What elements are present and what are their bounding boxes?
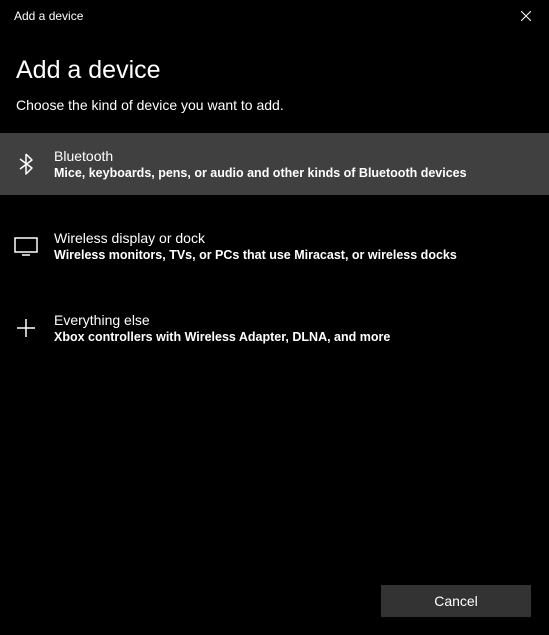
spacer [0, 195, 549, 215]
option-everything-else[interactable]: Everything else Xbox controllers with Wi… [0, 297, 549, 359]
option-title: Wireless display or dock [54, 230, 457, 246]
spacer [0, 277, 549, 297]
option-desc: Wireless monitors, TVs, or PCs that use … [54, 248, 457, 262]
option-desc: Mice, keyboards, pens, or audio and othe… [54, 166, 467, 180]
page-subtitle: Choose the kind of device you want to ad… [16, 97, 533, 113]
close-icon [521, 11, 531, 21]
close-button[interactable] [503, 0, 549, 32]
option-bluetooth[interactable]: Bluetooth Mice, keyboards, pens, or audi… [0, 133, 549, 195]
dialog-footer: Cancel [381, 585, 531, 617]
page-title: Add a device [16, 56, 533, 85]
option-wireless-display[interactable]: Wireless display or dock Wireless monito… [0, 215, 549, 277]
option-text: Bluetooth Mice, keyboards, pens, or audi… [54, 148, 467, 180]
device-options: Bluetooth Mice, keyboards, pens, or audi… [0, 133, 549, 359]
window-title: Add a device [14, 9, 83, 23]
titlebar: Add a device [0, 0, 549, 32]
option-text: Wireless display or dock Wireless monito… [54, 230, 457, 262]
option-title: Bluetooth [54, 148, 467, 164]
cancel-button[interactable]: Cancel [381, 585, 531, 617]
dialog-content: Add a device Choose the kind of device y… [0, 32, 549, 359]
option-desc: Xbox controllers with Wireless Adapter, … [54, 330, 390, 344]
bluetooth-icon [14, 152, 38, 176]
option-text: Everything else Xbox controllers with Wi… [54, 312, 390, 344]
plus-icon [14, 316, 38, 340]
option-title: Everything else [54, 312, 390, 328]
display-icon [14, 234, 38, 258]
